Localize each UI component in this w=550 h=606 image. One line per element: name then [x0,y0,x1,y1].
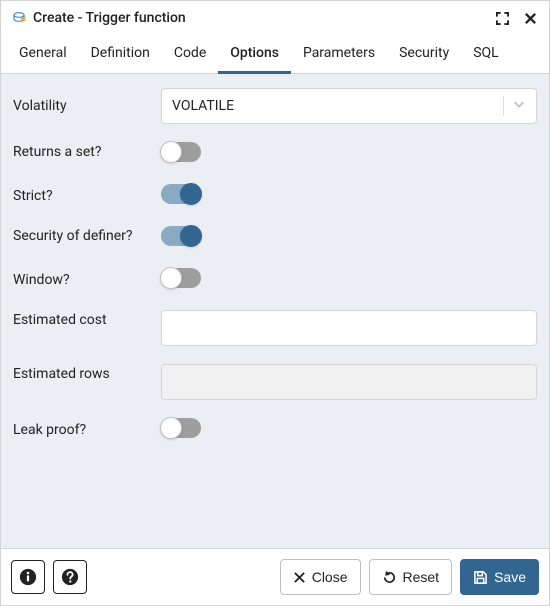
save-icon [473,570,488,585]
returns-set-toggle[interactable] [161,142,201,162]
tab-code[interactable]: Code [162,35,218,74]
row-window: Window? [13,268,537,292]
row-strict: Strict? [13,184,537,208]
trigger-function-icon [11,10,27,26]
reset-label: Reset [403,569,440,585]
x-icon [293,571,306,584]
tab-definition[interactable]: Definition [79,35,162,74]
footer: Close Reset Save [1,548,549,605]
close-label: Close [312,569,348,585]
volatility-value: VOLATILE [172,98,234,114]
label-security-definer: Security of definer? [13,226,161,246]
label-strict: Strict? [13,186,161,206]
close-button[interactable]: Close [280,559,361,595]
info-button[interactable] [11,560,45,594]
reset-icon [382,570,397,585]
security-definer-toggle[interactable] [161,226,201,246]
label-est-cost: Estimated cost [13,310,161,330]
label-volatility: Volatility [13,96,161,116]
row-est-rows: Estimated rows [13,364,537,400]
row-est-cost: Estimated cost [13,310,537,346]
tab-general[interactable]: General [7,35,79,74]
select-separator [503,96,504,116]
tab-parameters[interactable]: Parameters [291,35,387,74]
tab-sql[interactable]: SQL [461,35,510,74]
label-returns-set: Returns a set? [13,142,161,162]
tab-options[interactable]: Options [218,35,291,74]
row-returns-set: Returns a set? [13,142,537,166]
tab-bar: General Definition Code Options Paramete… [1,35,549,74]
form-body: Volatility VOLATILE Returns a set? [1,74,549,548]
chevron-down-icon [512,97,526,115]
volatility-select[interactable]: VOLATILE [161,88,537,124]
row-security-definer: Security of definer? [13,226,537,250]
strict-toggle[interactable] [161,184,201,204]
reset-button[interactable]: Reset [369,559,453,595]
tab-security[interactable]: Security [387,35,461,74]
estimated-cost-input[interactable] [161,310,537,346]
label-leak-proof: Leak proof? [13,420,161,440]
row-leak-proof: Leak proof? [13,418,537,442]
help-button[interactable] [53,560,87,594]
close-icon[interactable] [521,9,539,27]
row-volatility: Volatility VOLATILE [13,88,537,124]
dialog: Create - Trigger function General Defini… [0,0,550,606]
titlebar: Create - Trigger function [1,1,549,35]
save-button[interactable]: Save [460,559,539,595]
window-toggle[interactable] [161,268,201,288]
leak-proof-toggle[interactable] [161,418,201,438]
dialog-title: Create - Trigger function [33,10,186,26]
estimated-rows-input[interactable] [161,364,537,400]
save-label: Save [494,569,526,585]
label-window: Window? [13,270,161,290]
maximize-icon[interactable] [493,9,511,27]
label-est-rows: Estimated rows [13,364,161,384]
